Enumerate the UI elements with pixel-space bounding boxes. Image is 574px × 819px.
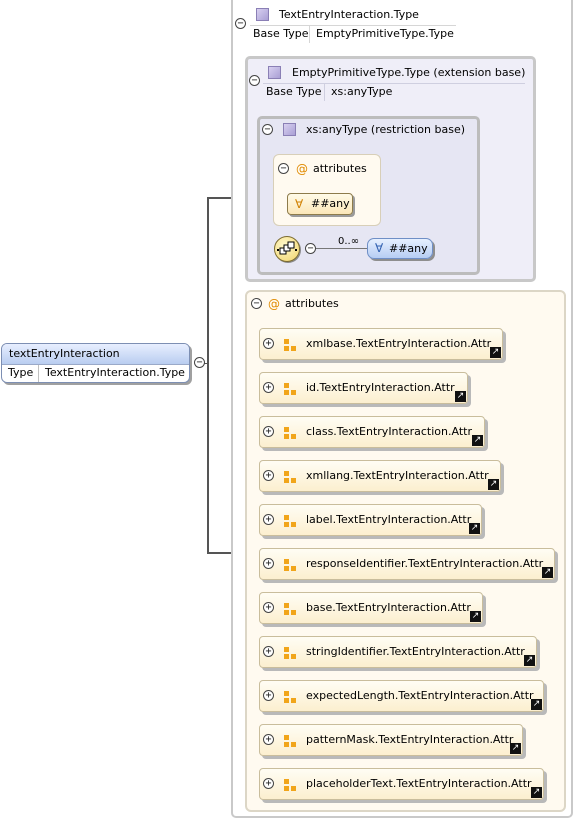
attribute-ref-label: placeholderText.TextEntryInteraction.Att… xyxy=(306,777,532,790)
any-element-label: ##any xyxy=(389,242,428,255)
arrow-link-icon[interactable]: ↗ xyxy=(470,611,481,622)
attribute-ref-xmlbase[interactable]: + xmlbase.TextEntryInteraction.Attr ↗ xyxy=(259,328,503,360)
element-textEntryInteraction[interactable]: textEntryInteraction Type TextEntryInter… xyxy=(1,343,190,383)
attribute-group-icon xyxy=(284,427,296,439)
attribute-group-icon xyxy=(284,515,296,527)
expand-toggle[interactable]: + xyxy=(263,558,274,569)
connector-vertical xyxy=(207,198,209,554)
sequence-compositor-icon[interactable] xyxy=(274,236,300,262)
attribute-group-icon xyxy=(284,735,296,747)
attribute-ref-patternMask[interactable]: + patternMask.TextEntryInteraction.Attr ↗ xyxy=(259,724,523,756)
forall-icon: ∀ xyxy=(375,241,384,255)
attribute-ref-label: label.TextEntryInteraction.Attr xyxy=(306,513,472,526)
expand-toggle[interactable]: + xyxy=(263,734,274,745)
extension-base-value: xs:anyType xyxy=(331,85,393,98)
attribute-ref-stringIdentifier[interactable]: + stringIdentifier.TextEntryInteraction.A… xyxy=(259,636,537,668)
complex-type-name: TextEntryInteraction.Type xyxy=(279,8,419,21)
restriction-type-icon xyxy=(283,123,296,136)
attribute-group-icon xyxy=(284,691,296,703)
attribute-ref-expectedLength[interactable]: + expectedLength.TextEntryInteraction.Att… xyxy=(259,680,544,712)
restriction-collapse-toggle[interactable]: − xyxy=(262,124,273,135)
arrow-link-icon[interactable]: ↗ xyxy=(510,743,521,754)
attribute-ref-label: xmllang.TextEntryInteraction.Attr xyxy=(306,469,489,482)
restriction-attributes-toggle[interactable]: − xyxy=(278,163,289,174)
attribute-group-icon xyxy=(284,779,296,791)
attributes-label: attributes xyxy=(285,297,339,310)
at-sign-icon: @ xyxy=(268,297,280,311)
any-attribute-label: ##any xyxy=(311,197,350,210)
attribute-group-icon xyxy=(284,383,296,395)
arrow-link-icon[interactable]: ↗ xyxy=(472,435,483,446)
attribute-ref-label[interactable]: + label.TextEntryInteraction.Attr ↗ xyxy=(259,504,482,536)
arrow-link-icon[interactable]: ↗ xyxy=(488,479,499,490)
arrow-link-icon[interactable]: ↗ xyxy=(531,699,542,710)
attribute-ref-responseIdentifier[interactable]: + responseIdentifier.TextEntryInteraction… xyxy=(259,548,555,580)
forall-icon: ∀ xyxy=(295,197,304,211)
element-collapse-toggle[interactable]: − xyxy=(194,357,205,368)
element-type-key: Type xyxy=(8,366,34,379)
complex-type-icon xyxy=(256,8,269,21)
sequence-collapse-toggle[interactable]: − xyxy=(305,243,316,254)
arrow-link-icon[interactable]: ↗ xyxy=(531,787,542,798)
expand-toggle[interactable]: + xyxy=(263,646,274,657)
at-sign-icon: @ xyxy=(296,162,308,176)
attribute-ref-xmllang[interactable]: + xmllang.TextEntryInteraction.Attr ↗ xyxy=(259,460,501,492)
attribute-ref-label: base.TextEntryInteraction.Attr xyxy=(306,601,471,614)
arrow-link-icon[interactable]: ↗ xyxy=(469,523,480,534)
attribute-ref-base[interactable]: + base.TextEntryInteraction.Attr ↗ xyxy=(259,592,483,624)
arrow-link-icon[interactable]: ↗ xyxy=(490,347,501,358)
expand-toggle[interactable]: + xyxy=(263,514,274,525)
complex-type-base-key: Base Type xyxy=(253,27,309,40)
attribute-ref-label: patternMask.TextEntryInteraction.Attr xyxy=(306,733,514,746)
extension-collapse-toggle[interactable]: − xyxy=(249,75,260,86)
expand-toggle[interactable]: + xyxy=(263,778,274,789)
arrow-link-icon[interactable]: ↗ xyxy=(542,567,553,578)
any-element[interactable]: ∀ ##any xyxy=(367,238,433,259)
attribute-group-icon xyxy=(284,559,296,571)
attribute-group-icon xyxy=(284,339,296,351)
element-type-value: TextEntryInteraction.Type xyxy=(45,366,185,379)
divider xyxy=(250,25,456,26)
extension-type-icon xyxy=(268,66,281,79)
arrow-link-icon[interactable]: ↗ xyxy=(455,391,466,402)
attribute-ref-label: id.TextEntryInteraction.Attr xyxy=(306,381,455,394)
occurs-label: 0..∞ xyxy=(338,236,360,247)
expand-toggle[interactable]: + xyxy=(263,382,274,393)
attribute-ref-label: stringIdentifier.TextEntryInteraction.At… xyxy=(306,645,525,658)
divider xyxy=(324,83,325,101)
restriction-attributes-label: attributes xyxy=(313,162,367,175)
any-attribute[interactable]: ∀ ##any xyxy=(287,193,353,215)
complex-type-base-value: EmptyPrimitiveType.Type xyxy=(316,27,454,40)
expand-toggle[interactable]: + xyxy=(263,470,274,481)
expand-toggle[interactable]: + xyxy=(263,602,274,613)
expand-toggle[interactable]: + xyxy=(263,690,274,701)
attribute-ref-label: xmlbase.TextEntryInteraction.Attr xyxy=(306,337,492,350)
attribute-ref-class[interactable]: + class.TextEntryInteraction.Attr ↗ xyxy=(259,416,485,448)
attribute-group-icon xyxy=(284,603,296,615)
element-name: textEntryInteraction xyxy=(9,347,120,360)
divider xyxy=(309,25,310,43)
attribute-ref-label: responseIdentifier.TextEntryInteraction.… xyxy=(306,557,544,570)
attribute-ref-placeholderText[interactable]: + placeholderText.TextEntryInteraction.At… xyxy=(259,768,544,800)
restriction-name: xs:anyType (restriction base) xyxy=(306,123,466,136)
attribute-group-icon xyxy=(284,647,296,659)
expand-toggle[interactable]: + xyxy=(263,338,274,349)
expand-toggle[interactable]: + xyxy=(263,426,274,437)
attribute-ref-id[interactable]: + id.TextEntryInteraction.Attr ↗ xyxy=(259,372,468,404)
attributes-collapse-toggle[interactable]: − xyxy=(251,298,262,309)
divider xyxy=(263,83,525,84)
complex-type-collapse-toggle[interactable]: − xyxy=(235,18,246,29)
extension-base-key: Base Type xyxy=(266,85,322,98)
attribute-ref-label: class.TextEntryInteraction.Attr xyxy=(306,425,472,438)
arrow-link-icon[interactable]: ↗ xyxy=(524,655,535,666)
attribute-group-icon xyxy=(284,471,296,483)
attribute-ref-label: expectedLength.TextEntryInteraction.Attr xyxy=(306,689,534,702)
extension-name: EmptyPrimitiveType.Type (extension base) xyxy=(292,66,526,79)
